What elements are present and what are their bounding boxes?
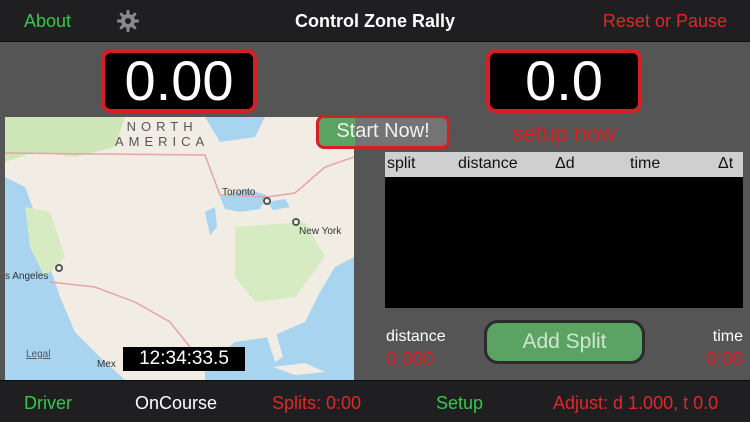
map-view[interactable]: NORTH AMERICA Toronto New York s Angeles…: [5, 117, 354, 380]
city-marker-toronto: [263, 197, 271, 205]
city-marker-los-angeles: [55, 264, 63, 272]
region-line-1: NORTH: [126, 119, 198, 134]
column-header-split: split: [387, 155, 416, 172]
column-header-distance: distance: [458, 155, 518, 172]
city-label-new-york: New York: [299, 226, 342, 237]
map-graphic: [5, 117, 354, 380]
summary-time-label: time: [712, 328, 743, 345]
add-split-button[interactable]: Add Split: [484, 320, 645, 364]
reset-pause-button[interactable]: Reset or Pause: [603, 11, 727, 32]
about-link[interactable]: About: [24, 11, 71, 32]
bottom-bar: Driver OnCourse Splits: 0:00 Setup Adjus…: [0, 380, 750, 422]
city-label-toronto: Toronto: [222, 187, 256, 198]
tab-setup[interactable]: Setup: [436, 393, 483, 414]
splits-table-body[interactable]: [385, 177, 743, 308]
distance-display: 0.00: [101, 49, 257, 113]
region-line-2: AMERICA: [115, 134, 210, 149]
summary-distance-value: 0.000: [386, 349, 434, 370]
tab-adjust[interactable]: Adjust: d 1.000, t 0.0: [553, 393, 718, 414]
city-label-mexico: Mex: [97, 359, 116, 370]
region-label: NORTH AMERICA: [115, 119, 209, 149]
column-header-delta-distance: Δd: [555, 155, 575, 172]
city-label-los-angeles: s Angeles: [5, 271, 49, 282]
summary-time-value: 0:00: [706, 349, 743, 370]
clock-display: 12:34:33.5: [123, 347, 245, 371]
setup-status-text: setup now: [511, 120, 617, 146]
start-now-button[interactable]: Start Now!: [316, 115, 450, 149]
column-header-time: time: [630, 155, 661, 172]
splits-table: split distance Δd time Δt: [385, 152, 743, 308]
legal-link[interactable]: Legal: [26, 349, 50, 360]
main-panel: 0.00 0.0 setup now NORTH AMERICA Toronto…: [0, 42, 750, 380]
top-bar: About Control Zone Rally Reset or Pause: [0, 0, 750, 42]
tab-driver[interactable]: Driver: [24, 393, 72, 414]
summary-distance-label: distance: [386, 328, 446, 345]
tab-oncourse[interactable]: OnCourse: [135, 393, 217, 414]
column-header-delta-time: Δt: [718, 155, 734, 172]
splits-table-header: split distance Δd time Δt: [385, 152, 743, 177]
tab-splits[interactable]: Splits: 0:00: [272, 393, 361, 414]
gear-icon[interactable]: [116, 9, 140, 33]
time-display: 0.0: [486, 49, 642, 113]
city-marker-new-york: [292, 218, 300, 226]
